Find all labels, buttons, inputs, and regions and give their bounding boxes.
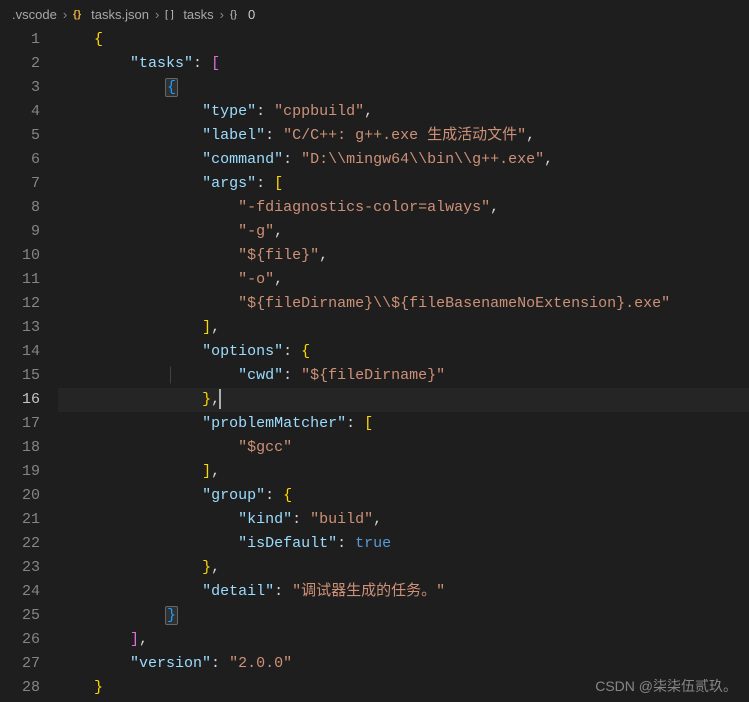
code-line[interactable]: "label": "C/C++: g++.exe 生成活动文件", bbox=[58, 124, 749, 148]
code-line[interactable]: }, bbox=[58, 556, 749, 580]
chevron-right-icon: › bbox=[155, 7, 159, 22]
code-line[interactable]: ], bbox=[58, 460, 749, 484]
line-number: 17 bbox=[0, 412, 40, 436]
line-number: 12 bbox=[0, 292, 40, 316]
code-line[interactable]: "tasks": [ bbox=[58, 52, 749, 76]
line-number: 2 bbox=[0, 52, 40, 76]
code-content[interactable]: { "tasks": [ { "type": "cppbuild", "labe… bbox=[58, 28, 749, 702]
line-number: 10 bbox=[0, 244, 40, 268]
breadcrumb-item-object[interactable]: {} 0 bbox=[230, 7, 255, 22]
line-number: 4 bbox=[0, 100, 40, 124]
code-line[interactable]: "problemMatcher": [ bbox=[58, 412, 749, 436]
code-line[interactable]: "${fileDirname}\\${fileBasenameNoExtensi… bbox=[58, 292, 749, 316]
code-line[interactable]: "-o", bbox=[58, 268, 749, 292]
line-number: 9 bbox=[0, 220, 40, 244]
code-line[interactable]: "detail": "调试器生成的任务。" bbox=[58, 580, 749, 604]
code-line[interactable]: "-g", bbox=[58, 220, 749, 244]
code-line[interactable]: }, bbox=[58, 388, 749, 412]
object-icon: {} bbox=[230, 7, 244, 21]
line-number: 1 bbox=[0, 28, 40, 52]
code-line[interactable]: │ "cwd": "${fileDirname}" bbox=[58, 364, 749, 388]
line-number: 16 bbox=[0, 388, 40, 412]
code-line[interactable]: "options": { bbox=[58, 340, 749, 364]
svg-text:[ ]: [ ] bbox=[165, 9, 174, 21]
chevron-right-icon: › bbox=[63, 7, 67, 22]
line-number: 13 bbox=[0, 316, 40, 340]
code-line[interactable]: } bbox=[58, 676, 749, 700]
line-number: 3 bbox=[0, 76, 40, 100]
code-line[interactable]: "$gcc" bbox=[58, 436, 749, 460]
line-number: 14 bbox=[0, 340, 40, 364]
breadcrumb[interactable]: .vscode › {} tasks.json › [ ] tasks › {}… bbox=[0, 0, 749, 28]
line-number: 18 bbox=[0, 436, 40, 460]
code-line[interactable]: "${file}", bbox=[58, 244, 749, 268]
code-line[interactable]: { bbox=[58, 28, 749, 52]
line-number: 19 bbox=[0, 460, 40, 484]
line-number: 22 bbox=[0, 532, 40, 556]
array-icon: [ ] bbox=[165, 7, 179, 21]
code-line[interactable]: { bbox=[58, 76, 749, 100]
line-number: 7 bbox=[0, 172, 40, 196]
line-number: 21 bbox=[0, 508, 40, 532]
svg-text:{}: {} bbox=[73, 9, 81, 21]
line-number: 23 bbox=[0, 556, 40, 580]
line-number: 15 bbox=[0, 364, 40, 388]
line-number: 28 bbox=[0, 676, 40, 700]
code-editor[interactable]: 1 2 3 4 5 6 7 8 9 10 11 12 13 14 15 16 1… bbox=[0, 28, 749, 702]
code-line[interactable]: "isDefault": true bbox=[58, 532, 749, 556]
code-line[interactable]: "args": [ bbox=[58, 172, 749, 196]
code-line[interactable]: "command": "D:\\mingw64\\bin\\g++.exe", bbox=[58, 148, 749, 172]
line-number-gutter: 1 2 3 4 5 6 7 8 9 10 11 12 13 14 15 16 1… bbox=[0, 28, 58, 702]
breadcrumb-item-array[interactable]: [ ] tasks bbox=[165, 7, 213, 22]
chevron-right-icon: › bbox=[220, 7, 224, 22]
line-number: 20 bbox=[0, 484, 40, 508]
line-number: 11 bbox=[0, 268, 40, 292]
line-number: 8 bbox=[0, 196, 40, 220]
svg-text:{}: {} bbox=[230, 9, 238, 21]
code-line[interactable]: "group": { bbox=[58, 484, 749, 508]
text-cursor bbox=[219, 389, 221, 409]
line-number: 24 bbox=[0, 580, 40, 604]
code-line[interactable]: ], bbox=[58, 316, 749, 340]
code-line[interactable]: ], bbox=[58, 628, 749, 652]
line-number: 25 bbox=[0, 604, 40, 628]
code-line[interactable]: } bbox=[58, 604, 749, 628]
line-number: 26 bbox=[0, 628, 40, 652]
line-number: 6 bbox=[0, 148, 40, 172]
code-line[interactable]: "kind": "build", bbox=[58, 508, 749, 532]
breadcrumb-item-folder[interactable]: .vscode bbox=[12, 7, 57, 22]
code-line[interactable]: "type": "cppbuild", bbox=[58, 100, 749, 124]
line-number: 27 bbox=[0, 652, 40, 676]
line-number: 5 bbox=[0, 124, 40, 148]
code-line[interactable]: "version": "2.0.0" bbox=[58, 652, 749, 676]
json-icon: {} bbox=[73, 7, 87, 21]
breadcrumb-item-file[interactable]: {} tasks.json bbox=[73, 7, 149, 22]
code-line[interactable]: "-fdiagnostics-color=always", bbox=[58, 196, 749, 220]
